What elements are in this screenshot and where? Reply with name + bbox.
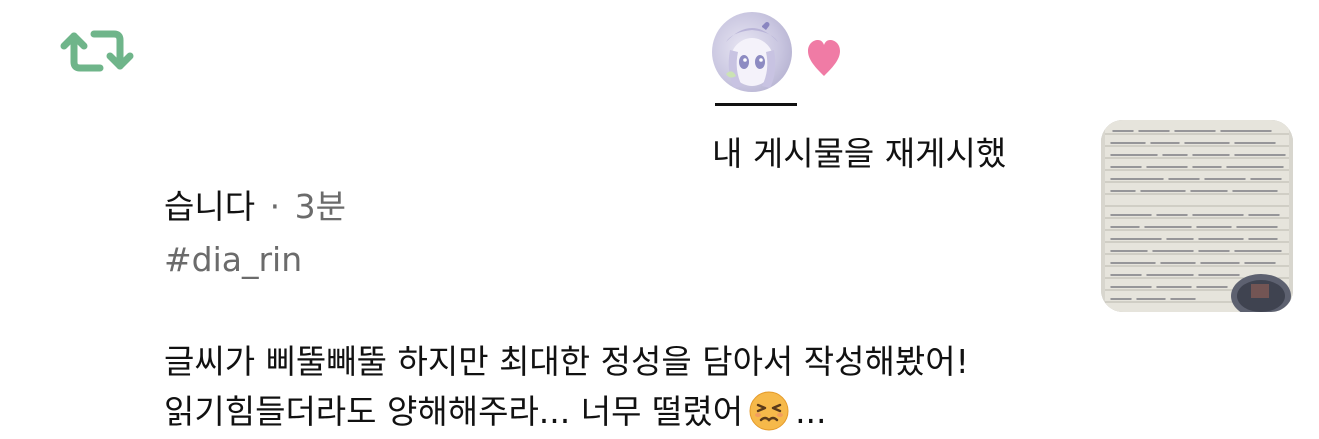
reposted-text-line2: 습니다 · 3분 [164, 185, 346, 229]
handwritten-letter-image [1101, 120, 1293, 312]
post-body-line2-text: 읽기힘들더라도 양해해주라... 너무 떨렸어 [164, 392, 744, 431]
post-body-line2: 읽기힘들더라도 양해해주라... 너무 떨렸어 ... [164, 390, 827, 434]
reposted-text-end: 습니다 [164, 187, 256, 226]
timestamp: 3분 [294, 187, 346, 226]
reposted-text-line1: 내 게시물을 재게시했 [712, 134, 1007, 173]
post-body-line1: 글씨가 삐뚤빼뚤 하지만 최대한 정성을 담아서 작성해봤어! [164, 342, 969, 381]
avatar[interactable] [712, 12, 792, 92]
repost-icon[interactable] [60, 24, 134, 78]
separator-dot: · [269, 187, 281, 226]
username-underline [715, 103, 797, 106]
heart-icon [808, 40, 840, 76]
avatar-image [726, 22, 778, 88]
tired-face-emoji-icon [749, 391, 789, 431]
post-image-thumbnail[interactable] [1101, 120, 1293, 312]
post-body-line2-ellipsis: ... [795, 392, 827, 431]
hashtag[interactable]: #dia_rin [164, 238, 302, 282]
